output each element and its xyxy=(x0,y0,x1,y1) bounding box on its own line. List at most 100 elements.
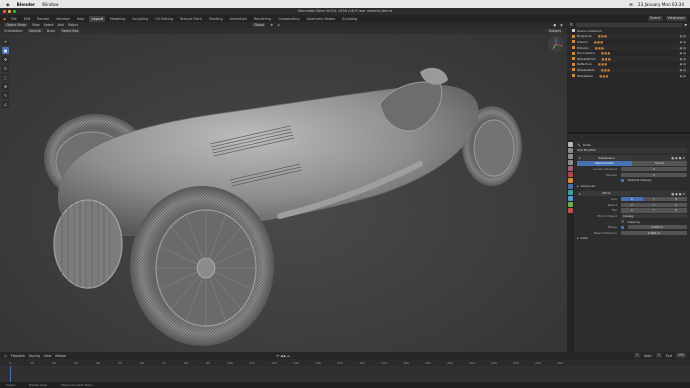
object-menu[interactable]: Object xyxy=(68,23,78,27)
bisect-distance-field[interactable]: 0.001 m xyxy=(621,230,687,235)
cursor-tool-icon[interactable]: ⌖ xyxy=(2,38,9,45)
tab-geometry-nodes[interactable]: Geometry Nodes xyxy=(305,16,338,22)
3d-viewport[interactable] xyxy=(0,34,567,352)
bisect-x-toggle[interactable]: X xyxy=(621,202,643,207)
annotate-tool-icon[interactable]: ✎ xyxy=(2,92,9,99)
clipping-checkbox[interactable] xyxy=(621,220,624,224)
tab-scripting[interactable]: Scripting xyxy=(340,16,359,22)
visibility-eye-icon[interactable]: ◉ ▤ xyxy=(680,34,686,38)
bisect-z-toggle[interactable]: Z xyxy=(665,202,688,207)
keying-menu[interactable]: Keying xyxy=(29,354,40,358)
tab-layout[interactable]: Layout xyxy=(89,15,105,22)
axis-z-toggle[interactable]: Z xyxy=(665,196,688,202)
orientation-dropdown[interactable]: Default xyxy=(27,28,43,34)
advanced-panel[interactable]: ▸ Advanced xyxy=(577,183,687,189)
filter-icon[interactable]: ▼ xyxy=(685,23,687,27)
marker-menu[interactable]: Marker xyxy=(55,354,66,358)
tab-uv-editing[interactable]: UV Editing xyxy=(153,16,175,22)
simple-toggle[interactable]: Simple xyxy=(632,161,687,166)
options-dropdown[interactable]: Options xyxy=(546,28,563,34)
start-frame-field[interactable]: 1 xyxy=(655,353,662,358)
axis-x-toggle[interactable]: X xyxy=(621,196,643,202)
scale-tool-icon[interactable]: ▢ xyxy=(2,74,9,81)
output-tab-icon[interactable] xyxy=(568,154,573,159)
select-tool-icon[interactable]: ▣ xyxy=(2,47,9,54)
modifier-visibility-icons[interactable]: ▩ ◉ ▣ ✕ xyxy=(671,156,685,160)
physics-tab-icon[interactable] xyxy=(568,196,573,201)
close-button[interactable] xyxy=(3,10,6,13)
material-tab-icon[interactable] xyxy=(568,208,573,213)
object-tab-icon[interactable] xyxy=(568,178,573,183)
outliner-row[interactable]: WheelRear ■■■ ◉ ▤ xyxy=(567,73,690,79)
app-menu[interactable]: Blender xyxy=(17,2,35,7)
menu-file[interactable]: File xyxy=(9,16,19,22)
zoom-button[interactable] xyxy=(13,10,16,13)
mirror-name-field[interactable]: Mirror xyxy=(581,191,632,196)
rotate-tool-icon[interactable]: ↻ xyxy=(2,65,9,72)
chevron-down-icon[interactable]: ▾ xyxy=(579,192,581,196)
visibility-eye-icon[interactable]: ◉ ▤ xyxy=(680,74,686,78)
visibility-eye-icon[interactable]: ◉ ▤ xyxy=(680,62,686,66)
drag-dropdown[interactable]: Select Box xyxy=(59,28,81,34)
view-layer-selector[interactable]: ViewLayer xyxy=(665,16,687,21)
end-frame-field[interactable]: 250 xyxy=(675,353,686,358)
tab-shading[interactable]: Shading xyxy=(207,16,225,22)
radiator-grille[interactable] xyxy=(53,199,123,289)
axis-y-toggle[interactable]: Y xyxy=(643,196,665,202)
scene-selector[interactable]: Scene xyxy=(648,16,663,21)
tab-modeling[interactable]: Modeling xyxy=(108,16,127,22)
menu-help[interactable]: Help xyxy=(75,16,87,22)
playback-menu[interactable]: Playback xyxy=(11,354,25,358)
subdivision-name-field[interactable]: Subdivision xyxy=(581,155,632,161)
menu-render[interactable]: Render xyxy=(35,16,51,22)
outliner-filter-icon[interactable]: ☰ xyxy=(570,23,573,27)
flip-y-toggle[interactable]: Y xyxy=(643,208,665,213)
levels-viewport-field[interactable]: 1 xyxy=(621,166,687,172)
measure-tool-icon[interactable]: ∠ xyxy=(2,101,9,108)
outliner-search-input[interactable] xyxy=(575,22,682,28)
apple-icon[interactable]: ◉ xyxy=(6,2,10,7)
visibility-eye-icon[interactable]: ◉ ▤ xyxy=(680,57,686,61)
particles-tab-icon[interactable] xyxy=(568,190,573,195)
tab-texture-paint[interactable]: Texture Paint xyxy=(178,16,204,22)
merge-checkbox[interactable] xyxy=(621,225,624,229)
navigation-gizmo[interactable] xyxy=(548,36,564,52)
bisect-y-toggle[interactable]: Y xyxy=(643,202,665,207)
move-tool-icon[interactable]: ✥ xyxy=(2,56,9,63)
timeline-tracks[interactable] xyxy=(0,366,690,382)
blender-logo-icon[interactable]: ◉ xyxy=(3,17,6,21)
mode-dropdown[interactable]: Object Mode xyxy=(4,22,29,28)
shading-solid-icon[interactable]: ● xyxy=(553,23,556,27)
flip-z-toggle[interactable]: Z xyxy=(665,208,688,213)
render-levels-field[interactable]: 2 xyxy=(621,172,687,177)
render-tab-icon[interactable] xyxy=(568,148,573,153)
snap-icon[interactable]: ❖ xyxy=(270,23,273,27)
menu-window[interactable]: Window xyxy=(54,16,71,22)
add-modifier-dropdown[interactable]: Add Modifier xyxy=(577,147,687,154)
scene-tab-icon[interactable] xyxy=(568,166,573,171)
tab-sculpting[interactable]: Sculpting xyxy=(130,16,150,22)
shading-material-icon[interactable]: ◐ xyxy=(560,23,563,27)
visibility-eye-icon[interactable]: ◉ ▤ xyxy=(680,46,686,50)
view-menu[interactable]: View xyxy=(32,23,40,27)
wifi-icon[interactable]: ☰ xyxy=(629,2,633,7)
add-menu[interactable]: Add xyxy=(58,23,64,27)
window-menu[interactable]: Window xyxy=(42,2,59,7)
world-tab-icon[interactable] xyxy=(568,172,573,177)
playhead[interactable] xyxy=(10,366,11,382)
current-frame-field[interactable]: 1 xyxy=(633,353,641,358)
modifier-tab-icon[interactable] xyxy=(568,184,573,189)
tool-tab-icon[interactable] xyxy=(568,142,573,147)
transform-orientation-dropdown[interactable]: Global xyxy=(252,22,267,28)
modifier-visibility-icons[interactable]: ▩ ◉ ▣ ✕ xyxy=(671,192,685,196)
merge-distance-field[interactable]: 0.001 m xyxy=(627,224,687,230)
front-right-wheel[interactable] xyxy=(130,186,274,346)
flip-x-toggle[interactable]: X xyxy=(621,208,643,213)
clock[interactable]: 23 January Mon 03:34 xyxy=(638,2,684,7)
minimize-button[interactable] xyxy=(8,10,11,13)
menu-edit[interactable]: Edit xyxy=(22,16,33,22)
select-menu[interactable]: Select xyxy=(44,23,54,27)
timeline-ruler[interactable]: 0 10 20 30 40 50 60 70 80 90 100 110 120 130 140 150 160… xyxy=(0,359,690,366)
chevron-down-icon[interactable]: ▾ xyxy=(579,156,581,160)
view-menu-timeline[interactable]: View xyxy=(44,354,52,358)
